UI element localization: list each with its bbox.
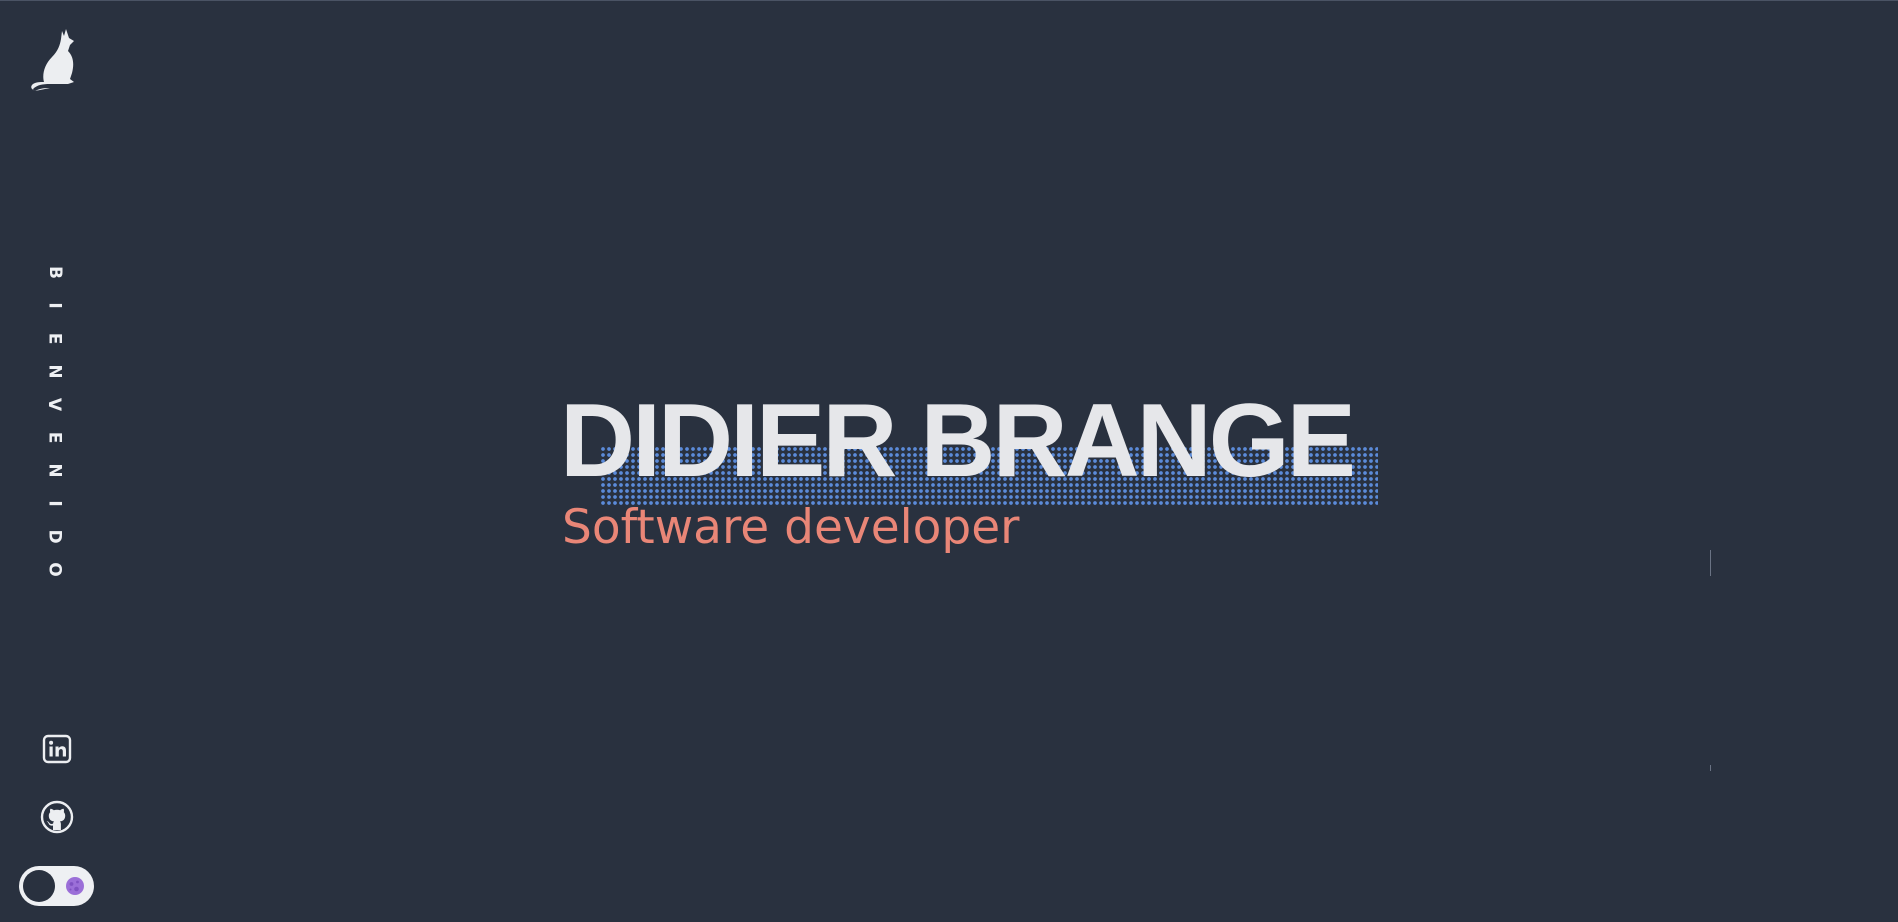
welcome-letter: N [44, 463, 65, 478]
decorative-line [1710, 765, 1711, 771]
linkedin-icon [42, 734, 72, 764]
hero-role: Software developer [562, 500, 1020, 555]
hero-name: DIDIER BRANGE [560, 383, 1356, 499]
welcome-letter: E [44, 431, 65, 444]
moon-icon [66, 877, 84, 895]
cat-logo-icon[interactable] [28, 27, 76, 91]
welcome-vertical-text: B I E N V E N I D O [44, 256, 64, 586]
page: B I E N V E N I D O DIDIER BRANGE Softwa… [0, 0, 1898, 922]
welcome-letter: E [44, 332, 65, 345]
welcome-letter: I [44, 500, 65, 507]
toggle-knob [23, 870, 55, 902]
hero: DIDIER BRANGE Software developer [560, 383, 1378, 556]
github-link[interactable] [40, 800, 74, 834]
linkedin-link[interactable] [40, 732, 74, 766]
github-icon [40, 800, 74, 834]
welcome-letter: D [44, 529, 65, 544]
welcome-letter: O [44, 562, 65, 577]
welcome-letter: N [44, 364, 65, 379]
welcome-letter: V [44, 397, 65, 412]
theme-toggle[interactable] [19, 866, 94, 906]
welcome-letter: B [44, 266, 65, 279]
decorative-line [1710, 550, 1711, 576]
welcome-letter: I [44, 302, 65, 309]
